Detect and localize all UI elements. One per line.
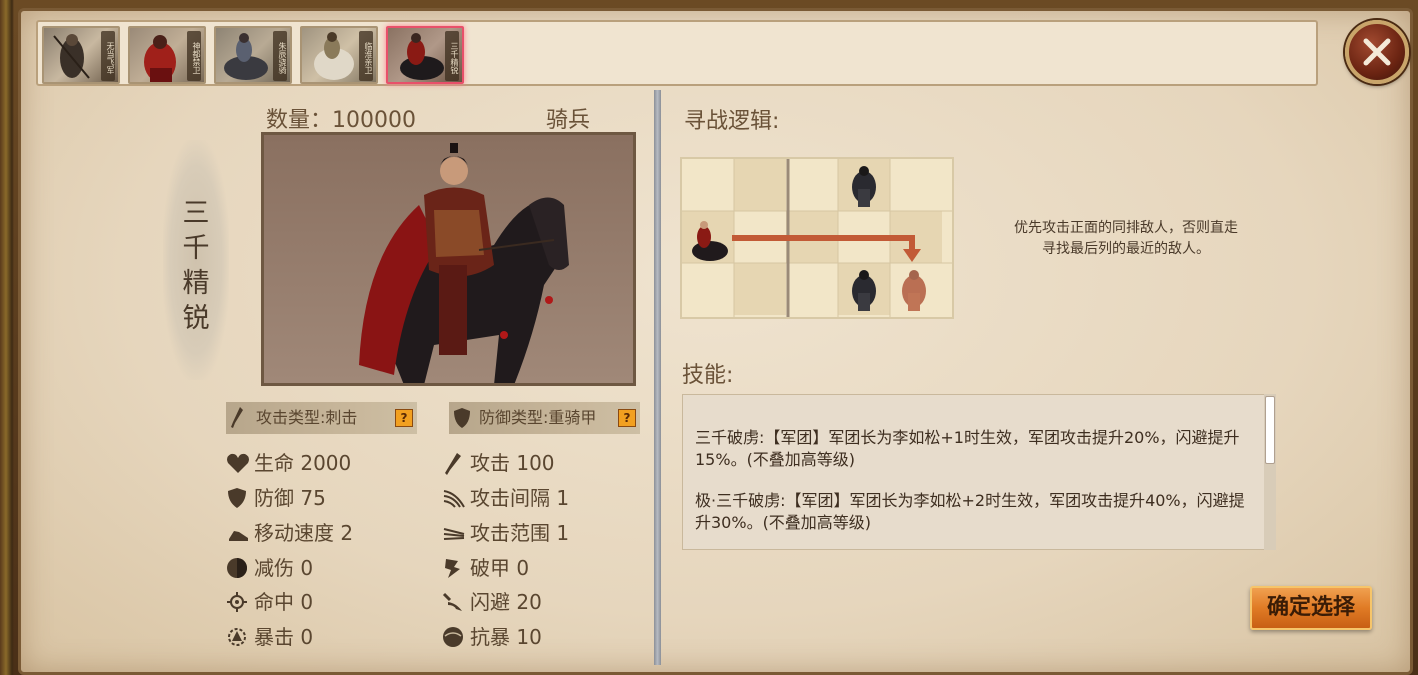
- stat-damage-reduction: 减伤 0: [226, 554, 313, 582]
- skills-title: 技能:: [682, 363, 734, 388]
- targeting-grid: [682, 159, 952, 317]
- armor-break-icon: [445, 559, 460, 578]
- close-icon: [1363, 38, 1391, 66]
- stat-critical: 暴击 0: [226, 623, 313, 651]
- skill-entry: 极·三千破虏:【军团】军团长为李如松+2时生效，军团攻击提升40%，闪避提升30…: [695, 491, 1245, 532]
- shield-icon: [228, 488, 246, 508]
- stat-defense: 防御 75: [226, 484, 326, 512]
- tab-label: 三千精锐: [445, 31, 459, 81]
- attack-type-help-icon[interactable]: ?: [395, 409, 413, 427]
- boot-icon: [229, 531, 248, 541]
- targeting-logic-board: [680, 157, 954, 319]
- tab-label: 临淮亲卫: [359, 31, 373, 81]
- skills-list[interactable]: 三千破虏:【军团】军团长为李如松+1时生效，军团攻击提升20%，闪避提升15%。…: [682, 394, 1276, 550]
- damage-reduction-icon: [227, 558, 247, 578]
- attack-range-icon: [443, 528, 465, 540]
- critical-icon: [228, 628, 246, 646]
- unit-portrait: [261, 132, 636, 386]
- skill-entry: 三千破虏:【军团】军团长为李如松+1时生效，军团攻击提升20%，闪避提升15%。…: [695, 428, 1240, 469]
- stat-move-speed: 移动速度 2: [226, 519, 353, 547]
- stat-attack-interval: 攻击间隔 1: [442, 484, 569, 512]
- defense-type-bar: 防御类型:重骑甲 ?: [449, 402, 640, 434]
- tab-label: 无当飞军: [101, 31, 115, 81]
- skills-scrollbar[interactable]: [1264, 394, 1276, 550]
- stat-hp: 生命 2000: [226, 449, 351, 477]
- defense-type-label: 防御类型:重骑甲: [479, 408, 597, 427]
- stat-attack-range: 攻击范围 1: [442, 519, 569, 547]
- panel-divider: [654, 90, 661, 665]
- attack-type-label: 攻击类型:刺击: [256, 408, 358, 427]
- tab-unit-1[interactable]: 无当飞军: [42, 26, 120, 84]
- tab-unit-5-active[interactable]: 三千精锐: [386, 26, 464, 84]
- target-icon: [227, 592, 247, 612]
- sword-icon: [445, 453, 461, 475]
- scrollbar-thumb[interactable]: [1265, 396, 1275, 464]
- tab-unit-4[interactable]: 临淮亲卫: [300, 26, 378, 84]
- stat-armor-break: 破甲 0: [442, 554, 529, 582]
- anti-critical-icon: [443, 627, 463, 647]
- tab-label: 神都禁卫: [187, 31, 201, 81]
- tab-unit-2[interactable]: 神都禁卫: [128, 26, 206, 84]
- heart-icon: [227, 453, 249, 473]
- stat-dodge: 闪避 20: [442, 588, 542, 616]
- attack-interval-icon: [443, 490, 465, 508]
- unit-tab-strip: 无当飞军 神都禁卫 朱辰骁骑 临淮亲卫 三千精锐: [36, 20, 1318, 86]
- tab-label: 朱辰骁骑: [273, 31, 287, 81]
- logic-title: 寻战逻辑:: [684, 109, 780, 134]
- unit-name: 三千精锐: [182, 198, 210, 334]
- defense-type-icon: [454, 408, 470, 428]
- cavalry-portrait-image: [359, 143, 569, 383]
- logic-description: 优先攻击正面的同排敌人，否则直走 寻找最后列的最近的敌人。: [1014, 220, 1238, 257]
- dodge-icon: [442, 592, 462, 611]
- attack-type-bar: 攻击类型:刺击 ?: [226, 402, 417, 434]
- attack-type-icon: [231, 407, 243, 428]
- close-button[interactable]: [1345, 20, 1409, 84]
- unit-type: 骑兵: [546, 108, 591, 133]
- target-enemy-marker: [902, 270, 926, 311]
- stat-hit: 命中 0: [226, 588, 313, 616]
- unit-count: 数量：100000: [266, 108, 416, 133]
- unit-name-scroll: 三千精锐: [163, 140, 229, 380]
- tab-unit-3[interactable]: 朱辰骁骑: [214, 26, 292, 84]
- stat-anti-critical: 抗暴 10: [442, 623, 542, 651]
- defense-type-help-icon[interactable]: ?: [618, 409, 636, 427]
- stat-attack: 攻击 100: [442, 449, 555, 477]
- confirm-select-button[interactable]: 确定选择: [1250, 586, 1372, 630]
